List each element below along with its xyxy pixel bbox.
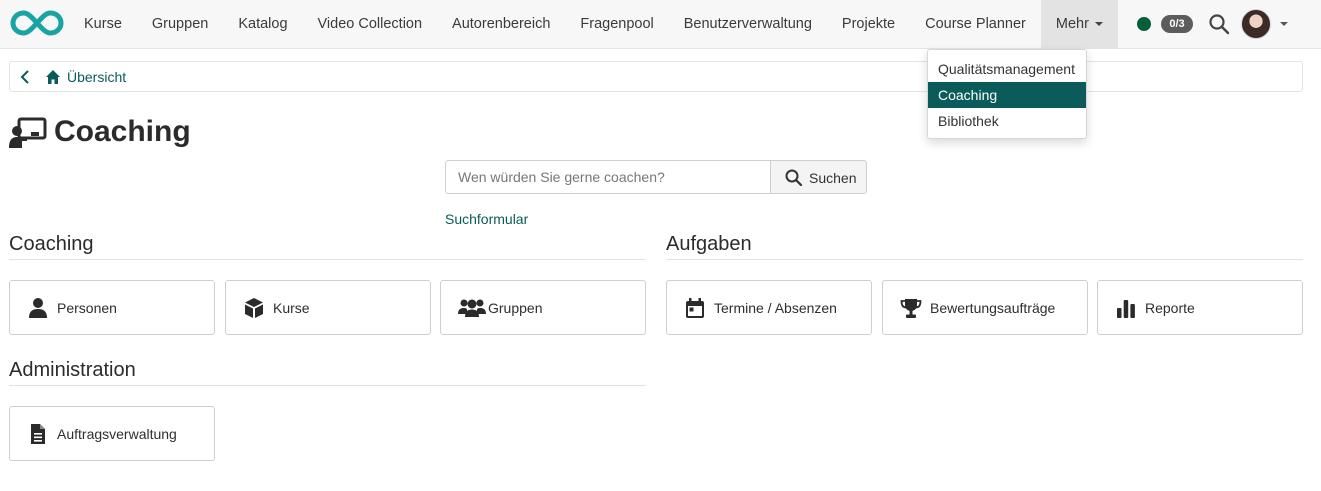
nav-item-gruppen[interactable]: Gruppen <box>137 0 223 49</box>
main-nav: Kurse Gruppen Katalog Video Collection A… <box>69 0 1118 49</box>
count-badge[interactable]: 0/3 <box>1161 15 1193 33</box>
openolat-infinity-logo[interactable] <box>10 9 64 37</box>
divider <box>666 259 1303 260</box>
search-input[interactable] <box>445 160 771 194</box>
divider <box>9 259 646 260</box>
user-icon <box>29 298 47 318</box>
home-icon[interactable] <box>45 69 61 85</box>
tile-label: Personen <box>57 300 117 316</box>
nav-item-katalog[interactable]: Katalog <box>223 0 302 49</box>
tile-kurse[interactable]: Kurse <box>225 280 431 335</box>
tile-label: Kurse <box>273 300 310 316</box>
tile-label: Gruppen <box>488 300 543 316</box>
nav-item-label: Fragenpool <box>580 16 654 32</box>
page-title: Coaching <box>54 115 191 148</box>
file-text-icon <box>31 424 45 444</box>
nav-item-label: Video Collection <box>317 16 423 32</box>
more-dropdown-menu: Qualitätsmanagement Coaching Bibliothek <box>927 49 1087 139</box>
section-heading-aufgaben: Aufgaben <box>666 233 752 255</box>
nav-item-mehr[interactable]: Mehr <box>1040 0 1118 49</box>
nav-item-label: Autorenbereich <box>452 16 551 32</box>
menu-item-bibliothek[interactable]: Bibliothek <box>928 108 1086 134</box>
avatar[interactable] <box>1241 9 1271 39</box>
breadcrumb-link-uebersicht[interactable]: Übersicht <box>67 69 126 85</box>
nav-item-projekte[interactable]: Projekte <box>827 0 910 49</box>
tile-termine-absenzen[interactable]: Termine / Absenzen <box>666 280 872 335</box>
nav-item-label: Gruppen <box>151 16 209 32</box>
nav-item-video-collection[interactable]: Video Collection <box>303 0 438 49</box>
users-icon <box>458 299 486 317</box>
search-button-label: Suchen <box>809 170 857 186</box>
divider <box>9 385 646 386</box>
search-icon <box>785 169 803 187</box>
nav-item-autorenbereich[interactable]: Autorenbereich <box>437 0 565 49</box>
tile-bewertungsauftraege[interactable]: Bewertungsaufträge <box>882 280 1088 335</box>
tile-personen[interactable]: Personen <box>9 280 215 335</box>
tile-label: Bewertungsaufträge <box>930 300 1056 316</box>
nav-item-fragenpool[interactable]: Fragenpool <box>565 0 668 49</box>
search-button[interactable]: Suchen <box>770 160 867 194</box>
menu-item-qualitaetsmanagement[interactable]: Qualitätsmanagement <box>928 56 1086 82</box>
chevron-left-icon[interactable] <box>19 69 31 85</box>
nav-item-benutzerverwaltung[interactable]: Benutzerverwaltung <box>669 0 827 49</box>
calendar-icon <box>686 298 704 318</box>
nav-item-label: Course Planner <box>925 16 1026 32</box>
tile-gruppen[interactable]: Gruppen <box>440 280 646 335</box>
trophy-icon <box>900 299 922 318</box>
search-form-link[interactable]: Suchformular <box>445 211 528 227</box>
online-status-indicator[interactable] <box>1137 17 1151 31</box>
nav-item-kurse[interactable]: Kurse <box>69 0 137 49</box>
tile-reporte[interactable]: Reporte <box>1097 280 1303 335</box>
tile-label: Reporte <box>1145 300 1195 316</box>
cube-icon <box>245 298 263 318</box>
bar-chart-icon <box>1117 300 1135 318</box>
nav-item-label: Benutzerverwaltung <box>683 16 812 32</box>
tile-auftragsverwaltung[interactable]: Auftragsverwaltung <box>9 406 215 461</box>
nav-item-course-planner[interactable]: Course Planner <box>910 0 1041 49</box>
tile-label: Auftragsverwaltung <box>57 426 177 442</box>
nav-item-label: Katalog <box>238 16 288 32</box>
nav-item-label: Mehr <box>1055 16 1089 32</box>
section-heading-coaching: Coaching <box>9 233 94 255</box>
chalkboard-teacher-icon <box>9 117 47 148</box>
breadcrumb: Übersicht <box>9 61 1303 92</box>
menu-item-coaching[interactable]: Coaching <box>928 82 1086 108</box>
top-navbar: Kurse Gruppen Katalog Video Collection A… <box>0 0 1321 49</box>
tile-label: Termine / Absenzen <box>714 300 837 316</box>
caret-down-icon <box>1094 22 1103 27</box>
search-icon[interactable] <box>1207 12 1231 36</box>
caret-down-icon[interactable] <box>1280 22 1288 26</box>
nav-item-label: Projekte <box>841 16 896 32</box>
section-heading-administration: Administration <box>9 359 136 381</box>
nav-item-label: Kurse <box>84 16 122 32</box>
